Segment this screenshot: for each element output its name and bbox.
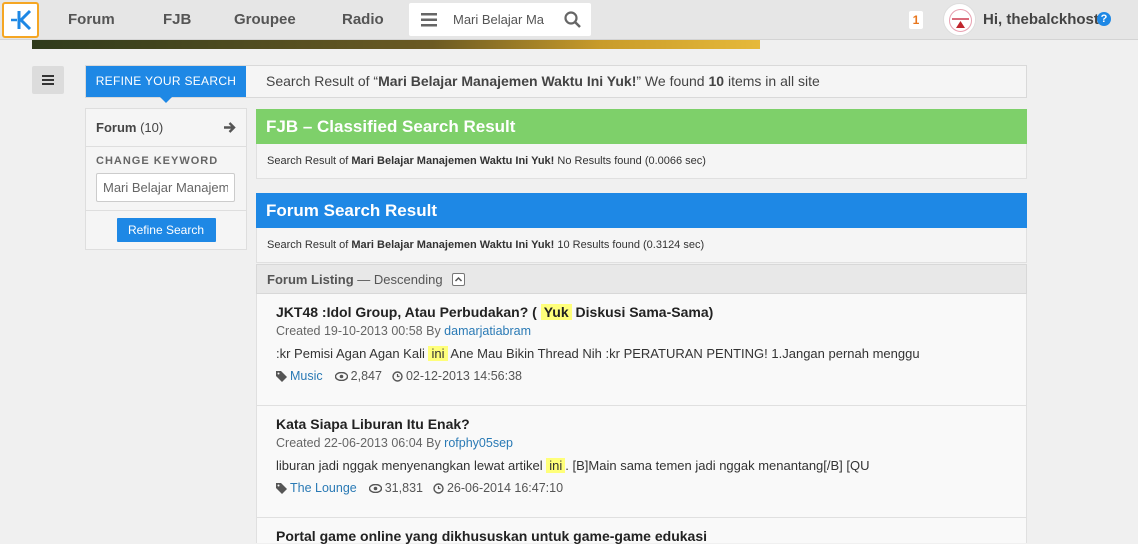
thread-meta: Created 22-06-2013 06:04 By rofphy05sep (276, 436, 513, 450)
thread-title-text: Portal game online yang dikhususkan untu… (276, 528, 707, 544)
last-post-date: 26-06-2014 16:47:10 (446, 481, 564, 495)
top-navbar: Forum FJB Groupee Radio 1 Hi, thebalckho… (0, 0, 1138, 40)
tab-pointer (160, 97, 172, 103)
eye-icon (368, 483, 382, 493)
forum-sub-suffix: 10 Results found (0.3124 sec) (554, 239, 705, 251)
clock-icon (433, 482, 444, 494)
nav-fjb[interactable]: FJB (163, 0, 191, 40)
refine-search-tab[interactable]: REFINE YOUR SEARCH (86, 66, 246, 103)
snippet-text: Ane Mau Bikin Thread Nih :kr PERATURAN P… (447, 346, 920, 361)
category-link[interactable]: The Lounge (290, 481, 357, 495)
hamburger-icon[interactable] (421, 13, 437, 27)
forum-listing-header: Forum Listing — Descending (256, 264, 1027, 294)
listing-order: — Descending (353, 272, 443, 287)
nav-radio[interactable]: Radio (342, 0, 384, 40)
thread-meta: Created 19-10-2013 00:58 By damarjatiabr… (276, 324, 531, 338)
collapse-toggle-icon[interactable] (452, 273, 466, 287)
thread-title-text: JKT48 :Idol Group, Atau Perbudakan? ( (276, 304, 541, 320)
eye-icon (334, 371, 348, 381)
listing-label: Forum Listing (267, 272, 354, 287)
forum-sub-query: Mari Belajar Manajemen Waktu Ini Yuk! (351, 239, 555, 251)
search-summary-bar: REFINE YOUR SEARCH Search Result of “Mar… (85, 65, 1027, 103)
thread-title[interactable]: Kata Siapa Liburan Itu Enak? (276, 416, 470, 432)
forum-result-summary: Search Result of Mari Belajar Manajemen … (256, 228, 1027, 263)
created-date: Created 19-10-2013 00:58 By (276, 324, 445, 338)
forum-filter-label: Forum (96, 120, 137, 135)
clock-icon (392, 370, 403, 382)
refine-tab-label: REFINE YOUR SEARCH (95, 74, 237, 88)
thread-title[interactable]: Portal game online yang dikhususkan untu… (276, 528, 707, 544)
search-box (409, 3, 591, 36)
avatar[interactable] (943, 3, 976, 36)
nav-groupee[interactable]: Groupee (234, 0, 296, 40)
thread-title[interactable]: JKT48 :Idol Group, Atau Perbudakan? ( Yu… (276, 304, 713, 320)
refine-search-button[interactable]: Refine Search (116, 218, 216, 242)
search-input[interactable] (453, 7, 549, 32)
nav-forum[interactable]: Forum (68, 0, 115, 40)
forum-section-title: Forum Search Result (256, 193, 1027, 228)
fjb-result-summary: Search Result of Mari Belajar Manajemen … (256, 144, 1027, 179)
list-item: Kata Siapa Liburan Itu Enak? Created 22-… (256, 406, 1027, 518)
fjb-sub-prefix: Search Result of (267, 155, 352, 167)
summary-mid: ” We found (636, 73, 709, 89)
list-item: Portal game online yang dikhususkan untu… (256, 518, 1027, 544)
kaskus-logo[interactable] (2, 2, 39, 38)
help-icon[interactable]: ? (1097, 12, 1111, 26)
refine-panel: Forum (10) CHANGE KEYWORD Refine Search (85, 108, 247, 250)
change-keyword-label: CHANGE KEYWORD (96, 155, 219, 167)
arrow-right-icon[interactable] (223, 121, 236, 134)
snippet-text: :kr Pemisi Agan Agan Kali (276, 346, 429, 361)
notification-badge[interactable]: 1 (909, 11, 923, 29)
summary-suffix: items in all site (724, 73, 820, 89)
author-link[interactable]: rofphy05sep (444, 436, 513, 450)
keyword-input[interactable] (96, 173, 235, 202)
highlight: Yuk (540, 304, 572, 320)
forum-sub-prefix: Search Result of (267, 239, 352, 251)
sidebar-toggle-button[interactable] (32, 66, 64, 94)
thread-snippet: liburan jadi nggak menyenangkan lewat ar… (276, 458, 870, 473)
thread-snippet: :kr Pemisi Agan Agan Kali ini Ane Mau Bi… (276, 346, 920, 361)
banner-image[interactable] (32, 40, 760, 49)
thread-title-text: Diskusi Sama-Sama) (571, 304, 714, 320)
search-icon[interactable] (564, 11, 581, 28)
fjb-sub-suffix: No Results found (0.0066 sec) (554, 155, 706, 167)
thread-title-text: Kata Siapa Liburan Itu Enak? (276, 416, 470, 432)
view-count: 2,847 (350, 369, 382, 383)
kaskus-k-icon (10, 9, 31, 31)
search-summary-text: Search Result of “Mari Belajar Manajemen… (266, 66, 820, 97)
tag-icon (276, 482, 287, 494)
highlight: ini (428, 346, 448, 361)
thread-stats: The Lounge 31,831 26-06-2014 16:47:10 (276, 481, 563, 495)
view-count: 31,831 (384, 481, 423, 495)
last-post-date: 02-12-2013 14:56:38 (405, 369, 523, 383)
forum-filter[interactable]: Forum (10) (86, 109, 246, 147)
forum-filter-count: (10) (140, 120, 164, 135)
tag-icon (276, 370, 287, 382)
snippet-text: . [B]Main sama temen jadi nggak menantan… (565, 458, 870, 473)
summary-query: Mari Belajar Manajemen Waktu Ini Yuk! (378, 73, 637, 89)
category-link[interactable]: Music (290, 369, 323, 383)
hamburger-icon (42, 75, 54, 85)
highlight: ini (546, 458, 566, 473)
summary-count: 10 (708, 73, 725, 89)
fjb-sub-query: Mari Belajar Manajemen Waktu Ini Yuk! (351, 155, 555, 167)
summary-prefix: Search Result of “ (266, 73, 379, 89)
list-item: JKT48 :Idol Group, Atau Perbudakan? ( Yu… (256, 294, 1027, 406)
created-date: Created 22-06-2013 06:04 By (276, 436, 445, 450)
user-greeting[interactable]: Hi, thebalckhost (983, 0, 1099, 40)
avatar-image (945, 5, 975, 35)
thread-stats: Music 2,847 02-12-2013 14:56:38 (276, 369, 522, 383)
divider (86, 210, 246, 211)
snippet-text: liburan jadi nggak menyenangkan lewat ar… (276, 458, 547, 473)
author-link[interactable]: damarjatiabram (444, 324, 531, 338)
fjb-section-title: FJB – Classified Search Result (256, 109, 1027, 144)
